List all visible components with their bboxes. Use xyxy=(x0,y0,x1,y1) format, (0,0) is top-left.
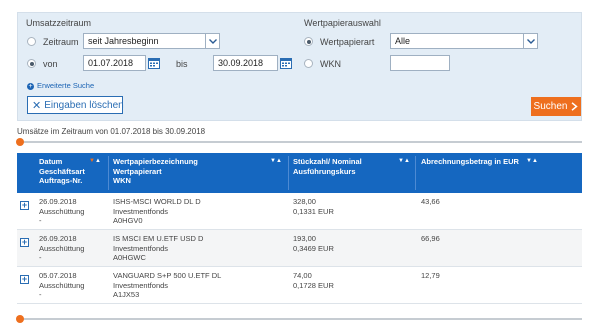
filter-panel: Umsatzzeitraum Zeitraum seit Jahresbegin… xyxy=(17,12,582,121)
horizontal-scrollbar[interactable] xyxy=(16,138,582,146)
header-wertpapier[interactable]: Wertpapierbezeichnung Wertpapierart WKN xyxy=(113,157,198,186)
wkn-input[interactable] xyxy=(390,55,450,71)
expand-row-button[interactable]: + xyxy=(20,201,29,210)
von-radio[interactable] xyxy=(27,59,36,68)
clear-inputs-button[interactable]: ✕ Eingaben löschen xyxy=(27,96,124,114)
sort-icon[interactable]: ▼▲ xyxy=(526,158,538,164)
wertpapierart-radio[interactable] xyxy=(304,37,313,46)
table-row: + 26.09.2018 Ausschüttung - ISHS-MSCI WORL… xyxy=(17,193,582,230)
cell-datum: 26.09.2018 Ausschüttung - xyxy=(39,197,85,225)
table-row: + 05.07.2018 Ausschüttung - VANGUARD S+P 5… xyxy=(17,267,582,304)
wertpapierart-select[interactable]: Alle xyxy=(390,33,538,49)
column-divider xyxy=(288,156,289,190)
bis-date-value: 30.09.2018 xyxy=(218,58,264,68)
bis-label: bis xyxy=(176,59,188,69)
clear-button-label: Eingaben löschen xyxy=(44,99,124,111)
von-date-value: 01.07.2018 xyxy=(88,58,134,68)
search-button[interactable]: Suchen xyxy=(531,97,581,116)
plus-icon: + xyxy=(27,82,34,90)
cell-betrag: 66,96 xyxy=(421,234,440,243)
wertpapierauswahl-title: Wertpapierauswahl xyxy=(304,18,381,28)
zeitraum-select-value: seit Jahresbeginn xyxy=(88,36,159,46)
wertpapierart-label: Wertpapierart xyxy=(320,37,375,47)
table-row: + 26.09.2018 Ausschüttung - IS MSCI EM U.E… xyxy=(17,230,582,267)
calendar-icon[interactable] xyxy=(280,57,292,69)
cell-betrag: 12,79 xyxy=(421,271,440,280)
search-button-label: Suchen xyxy=(533,101,568,112)
erweiterte-suche-label: Erweiterte Suche xyxy=(37,81,95,90)
cell-wertpapier: ISHS-MSCI WORLD DL D Investmentfonds A0HGV… xyxy=(113,197,201,225)
wertpapierart-select-value: Alle xyxy=(395,36,411,46)
expand-row-button[interactable]: + xyxy=(20,238,29,247)
table-header: Datum Geschäftsart Auftrags-Nr. ▼▲ Wertp… xyxy=(17,153,582,193)
zeitraum-select[interactable]: seit Jahresbeginn xyxy=(83,33,220,49)
cell-datum: 05.07.2018 Ausschüttung - xyxy=(39,271,85,299)
cell-stueckzahl: 193,00 0,3469 EUR xyxy=(293,234,334,253)
transactions-table: Datum Geschäftsart Auftrags-Nr. ▼▲ Wertp… xyxy=(17,153,582,304)
cell-wertpapier: VANGUARD S+P 500 U.ETF DL Investmentfonds… xyxy=(113,271,222,299)
erweiterte-suche-link[interactable]: + Erweiterte Suche xyxy=(27,81,94,90)
expand-row-button[interactable]: + xyxy=(20,275,29,284)
calendar-icon[interactable] xyxy=(148,57,160,69)
header-datum[interactable]: Datum Geschäftsart Auftrags-Nr. xyxy=(39,157,85,186)
bis-date-input[interactable]: 30.09.2018 xyxy=(213,55,278,71)
cell-stueckzahl: 74,00 0,1728 EUR xyxy=(293,271,334,290)
chevron-down-icon[interactable] xyxy=(205,34,219,48)
chevron-right-icon xyxy=(571,102,579,111)
cell-datum: 26.09.2018 Ausschüttung - xyxy=(39,234,85,262)
scroll-handle[interactable] xyxy=(16,315,24,323)
von-label: von xyxy=(43,59,58,69)
wkn-radio[interactable] xyxy=(304,59,313,68)
cell-betrag: 43,66 xyxy=(421,197,440,206)
zeitraum-radio[interactable] xyxy=(27,37,36,46)
sort-icon[interactable]: ▼▲ xyxy=(270,158,282,164)
range-text: Umsätze im Zeitraum von 01.07.2018 bis 3… xyxy=(17,127,206,136)
column-divider xyxy=(108,156,109,190)
umsatzzeitraum-title: Umsatzzeitraum xyxy=(26,18,92,28)
sort-icon[interactable]: ▼▲ xyxy=(89,158,101,164)
scroll-handle[interactable] xyxy=(16,138,24,146)
column-divider xyxy=(415,156,416,190)
header-abrechnungsbetrag[interactable]: Abrechnungsbetrag in EUR xyxy=(421,157,519,167)
chevron-down-icon[interactable] xyxy=(523,34,537,48)
cell-wertpapier: IS MSCI EM U.ETF USD D Investmentfonds A0H… xyxy=(113,234,204,262)
zeitraum-label: Zeitraum xyxy=(43,37,79,47)
sort-icon[interactable]: ▼▲ xyxy=(398,158,410,164)
von-date-input[interactable]: 01.07.2018 xyxy=(83,55,146,71)
close-icon: ✕ xyxy=(32,99,42,112)
cell-stueckzahl: 328,00 0,1331 EUR xyxy=(293,197,334,216)
wkn-label: WKN xyxy=(320,59,341,69)
horizontal-scrollbar[interactable] xyxy=(16,315,582,323)
header-stueckzahl[interactable]: Stückzahl/ Nominal Ausführungskurs xyxy=(293,157,362,176)
